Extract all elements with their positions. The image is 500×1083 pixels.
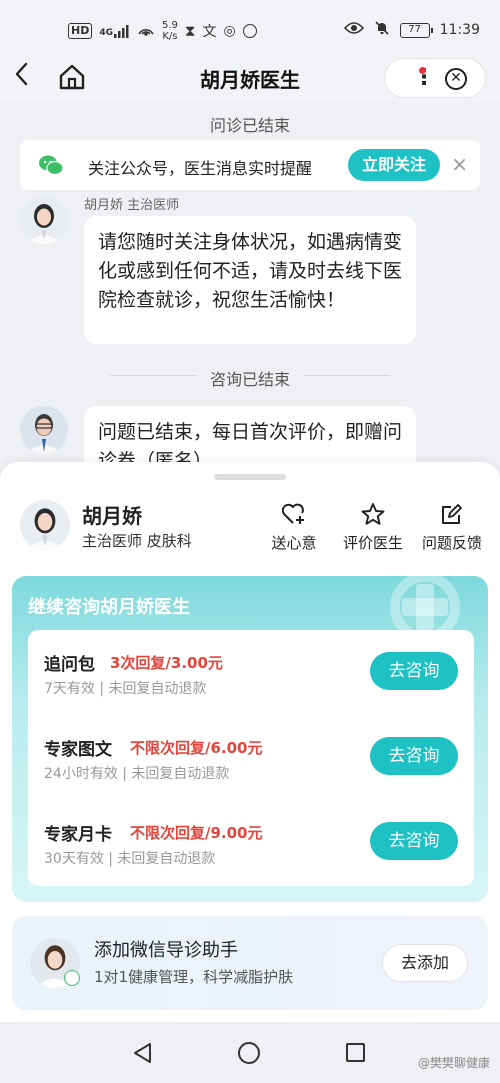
system-avatar bbox=[20, 406, 68, 454]
message-bubble: 请您随时关注身体状况，如遇病情变化或感到任何不适，请及时去线下医院检查就诊，祝您… bbox=[84, 216, 416, 344]
wechat-badge-icon bbox=[64, 970, 80, 986]
package-note: 24小时有效 | 未回复自动退款 bbox=[44, 766, 230, 782]
package-price: 3次回复/3.00元 bbox=[110, 654, 223, 672]
banner-close-icon[interactable]: × bbox=[451, 152, 468, 176]
follow-now-button[interactable]: 立即关注 bbox=[348, 149, 440, 181]
app-notification-icon bbox=[242, 24, 257, 38]
star-icon bbox=[361, 503, 385, 525]
cellular-signal-icon: 4G bbox=[99, 24, 130, 38]
wechat-icon bbox=[38, 154, 64, 176]
rate-doctor-label: 评价医生 bbox=[342, 534, 403, 552]
package-price: 不限次回复/9.00元 bbox=[130, 824, 263, 842]
consult-ended-label: 问诊已结束 bbox=[209, 116, 290, 135]
follow-banner-text: 关注公众号，医生消息实时提醒 bbox=[88, 159, 313, 178]
music-icon: ◎ bbox=[223, 23, 236, 39]
package-note: 30天有效 | 未回复自动退款 bbox=[44, 851, 216, 867]
speed-value: 5.9 bbox=[162, 20, 178, 31]
system-back-icon[interactable] bbox=[132, 1042, 152, 1068]
package-price: 不限次回复/6.00元 bbox=[130, 739, 263, 757]
bottom-sheet: 胡月娇 主治医师 皮肤科 送心意 评价医生 问题反馈 继续咨询胡月娇医生 追问包… bbox=[0, 462, 500, 1022]
nav-bar: 胡月娇医生 ⋮ ✕ bbox=[0, 52, 500, 102]
package-name: 追问包 bbox=[44, 655, 95, 675]
rate-doctor-button[interactable]: 评价医生 bbox=[333, 502, 413, 553]
system-home-icon[interactable] bbox=[238, 1042, 260, 1064]
heart-plus-icon bbox=[281, 503, 304, 524]
network-type: 4G bbox=[99, 27, 113, 38]
assistant-subtitle: 1对1健康管理，科学减脂护肤 bbox=[94, 968, 294, 986]
package-note: 7天有效 | 未回复自动退款 bbox=[44, 681, 207, 697]
package-item: 追问包 3次回复/3.00元 7天有效 | 未回复自动退款 去咨询 bbox=[28, 630, 474, 710]
edit-icon bbox=[442, 504, 462, 524]
divider-line-right bbox=[304, 375, 390, 376]
sheet-handle[interactable] bbox=[214, 474, 286, 480]
doctor-title: 主治医师 皮肤科 bbox=[82, 532, 192, 550]
sender-label: 胡月娇 主治医师 bbox=[84, 198, 180, 213]
close-icon[interactable]: ✕ bbox=[445, 68, 467, 90]
translate-icon: 文 bbox=[202, 24, 217, 40]
notification-dot bbox=[419, 67, 426, 74]
assistant-title: 添加微信导诊助手 bbox=[94, 940, 238, 961]
system-nav-bar: @樊樊聊健康 bbox=[0, 1022, 500, 1083]
feedback-label: 问题反馈 bbox=[421, 534, 482, 552]
continue-consult-card: 继续咨询胡月娇医生 追问包 3次回复/3.00元 7天有效 | 未回复自动退款 … bbox=[12, 576, 488, 902]
doctor-name: 胡月娇 bbox=[82, 504, 142, 528]
package-name: 专家月卡 bbox=[44, 825, 112, 845]
speed-unit: K/s bbox=[162, 31, 178, 42]
doctor-avatar[interactable] bbox=[20, 196, 68, 244]
mute-bell-icon bbox=[374, 20, 390, 40]
inquiry-ended-label: 咨询已结束 bbox=[209, 370, 290, 389]
status-bar: HD 4G 5.9 K/s ⧗ 文 ◎ 77 11:39 bbox=[0, 0, 500, 60]
follow-banner: 关注公众号，医生消息实时提醒 立即关注 × bbox=[20, 140, 480, 190]
network-speed: 5.9 K/s bbox=[162, 20, 178, 42]
sheet-doctor-avatar bbox=[20, 500, 70, 550]
package-item: 专家月卡 不限次回复/9.00元 30天有效 | 未回复自动退款 去咨询 bbox=[28, 800, 474, 880]
add-assistant-button[interactable]: 去添加 bbox=[382, 944, 468, 982]
send-gift-button[interactable]: 送心意 bbox=[254, 502, 334, 553]
continue-consult-title: 继续咨询胡月娇医生 bbox=[28, 597, 190, 618]
package-name: 专家图文 bbox=[44, 740, 112, 760]
hotspot-icon bbox=[137, 21, 155, 41]
miniprogram-capsule: ⋮ ✕ bbox=[384, 58, 486, 98]
decorative-plus-bar bbox=[402, 598, 448, 616]
hourglass-icon: ⧗ bbox=[184, 22, 196, 40]
eye-icon bbox=[343, 21, 364, 39]
consult-button-expert-text[interactable]: 去咨询 bbox=[370, 737, 458, 775]
status-right: 77 11:39 bbox=[343, 20, 480, 40]
watermark: @樊樊聊健康 bbox=[417, 1056, 490, 1070]
consult-button-followup[interactable]: 去咨询 bbox=[370, 652, 458, 690]
battery-icon: 77 bbox=[399, 22, 433, 38]
wechat-assistant-card: 添加微信导诊助手 1对1健康管理，科学减脂护肤 去添加 bbox=[12, 916, 488, 1010]
status-left: HD 4G 5.9 K/s ⧗ 文 ◎ bbox=[68, 20, 257, 42]
feedback-button[interactable]: 问题反馈 bbox=[412, 502, 492, 553]
send-gift-label: 送心意 bbox=[271, 534, 317, 552]
package-list: 追问包 3次回复/3.00元 7天有效 | 未回复自动退款 去咨询 专家图文 不… bbox=[28, 630, 474, 886]
consult-button-monthly[interactable]: 去咨询 bbox=[370, 822, 458, 860]
package-item: 专家图文 不限次回复/6.00元 24小时有效 | 未回复自动退款 去咨询 bbox=[28, 715, 474, 795]
hd-indicator: HD bbox=[68, 23, 93, 39]
system-recents-icon[interactable] bbox=[346, 1043, 365, 1062]
clock-time: 11:39 bbox=[439, 22, 480, 38]
